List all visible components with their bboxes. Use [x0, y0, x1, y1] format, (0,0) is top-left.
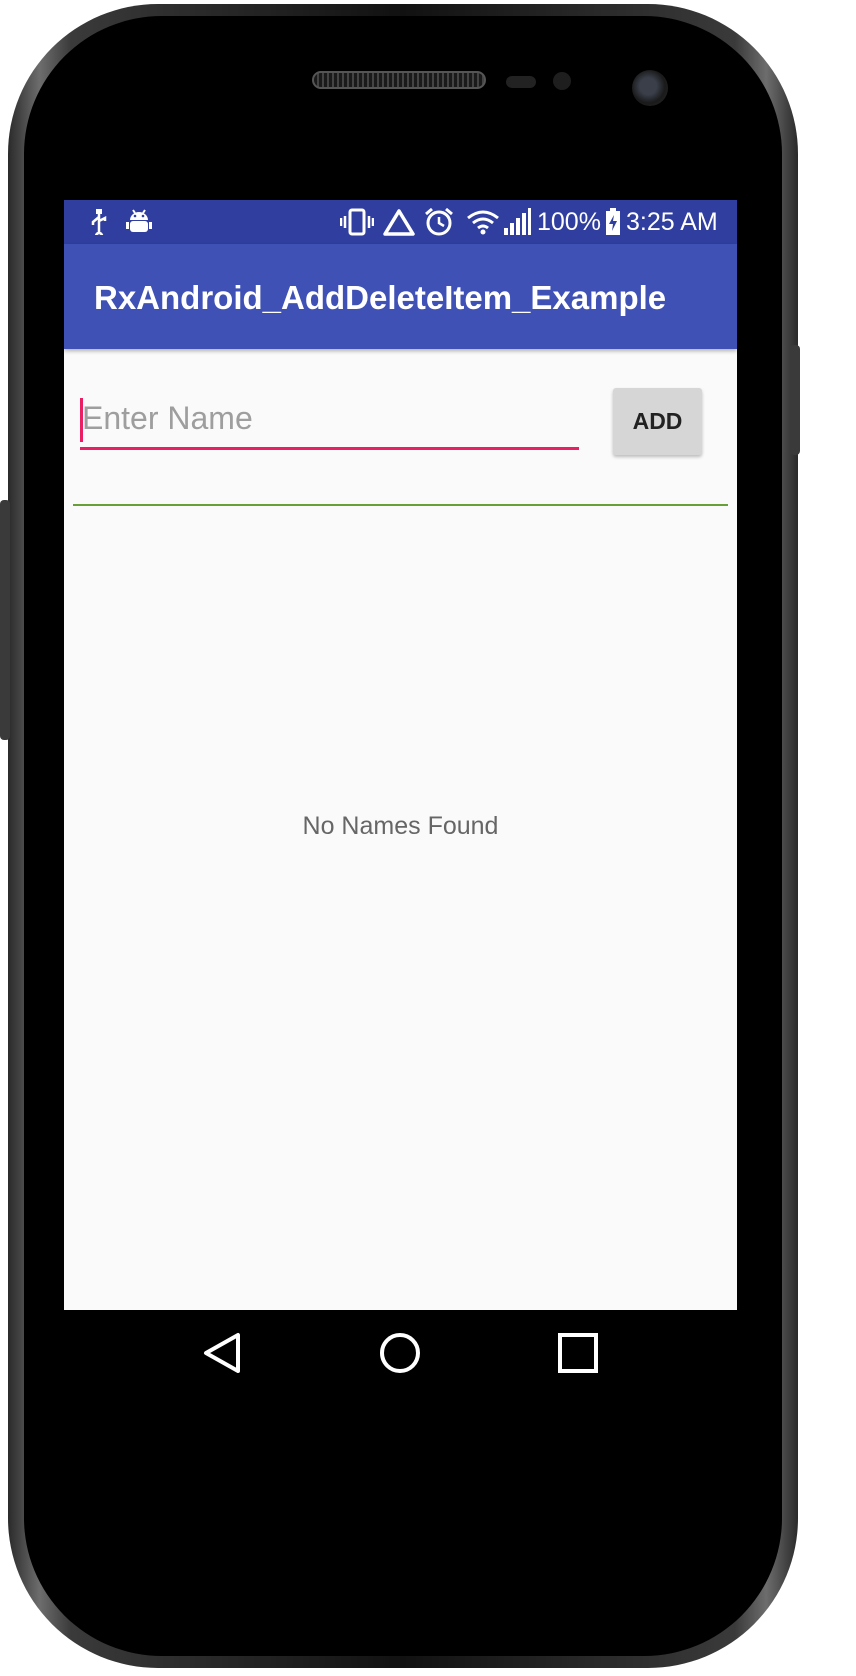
list-divider: [73, 504, 728, 506]
volume-button: [0, 500, 10, 740]
device-screen: 100% 3:25 AM RxAndroid_AddDeleteItem_Exa…: [64, 200, 737, 1396]
proximity-sensor: [506, 76, 536, 88]
battery-percent: 100%: [537, 208, 601, 236]
recents-icon[interactable]: [553, 1328, 603, 1378]
add-button[interactable]: ADD: [613, 388, 702, 455]
alarm-icon: [422, 207, 456, 236]
front-camera: [632, 70, 668, 106]
light-sensor: [553, 72, 571, 90]
app-title: RxAndroid_AddDeleteItem_Example: [94, 279, 667, 316]
home-icon[interactable]: [375, 1328, 425, 1378]
battery-charging-icon: [603, 208, 623, 236]
warning-triangle-icon: [382, 208, 416, 236]
android-debug-icon: [124, 208, 154, 236]
usb-icon: [88, 208, 110, 236]
back-icon[interactable]: [197, 1328, 247, 1378]
name-input[interactable]: [80, 390, 579, 450]
navigation-bar: [64, 1310, 737, 1396]
status-clock: 3:25 AM: [626, 208, 718, 236]
wifi-icon: [466, 208, 500, 236]
vibrate-icon: [340, 208, 374, 236]
earpiece-speaker: [312, 71, 486, 89]
power-button: [790, 345, 800, 455]
status-bar: 100% 3:25 AM: [64, 200, 737, 244]
signal-icon: [502, 208, 532, 236]
empty-list-message: No Names Found: [302, 812, 499, 840]
text-cursor: [80, 398, 83, 442]
app-toolbar: RxAndroid_AddDeleteItem_Example: [64, 244, 737, 349]
